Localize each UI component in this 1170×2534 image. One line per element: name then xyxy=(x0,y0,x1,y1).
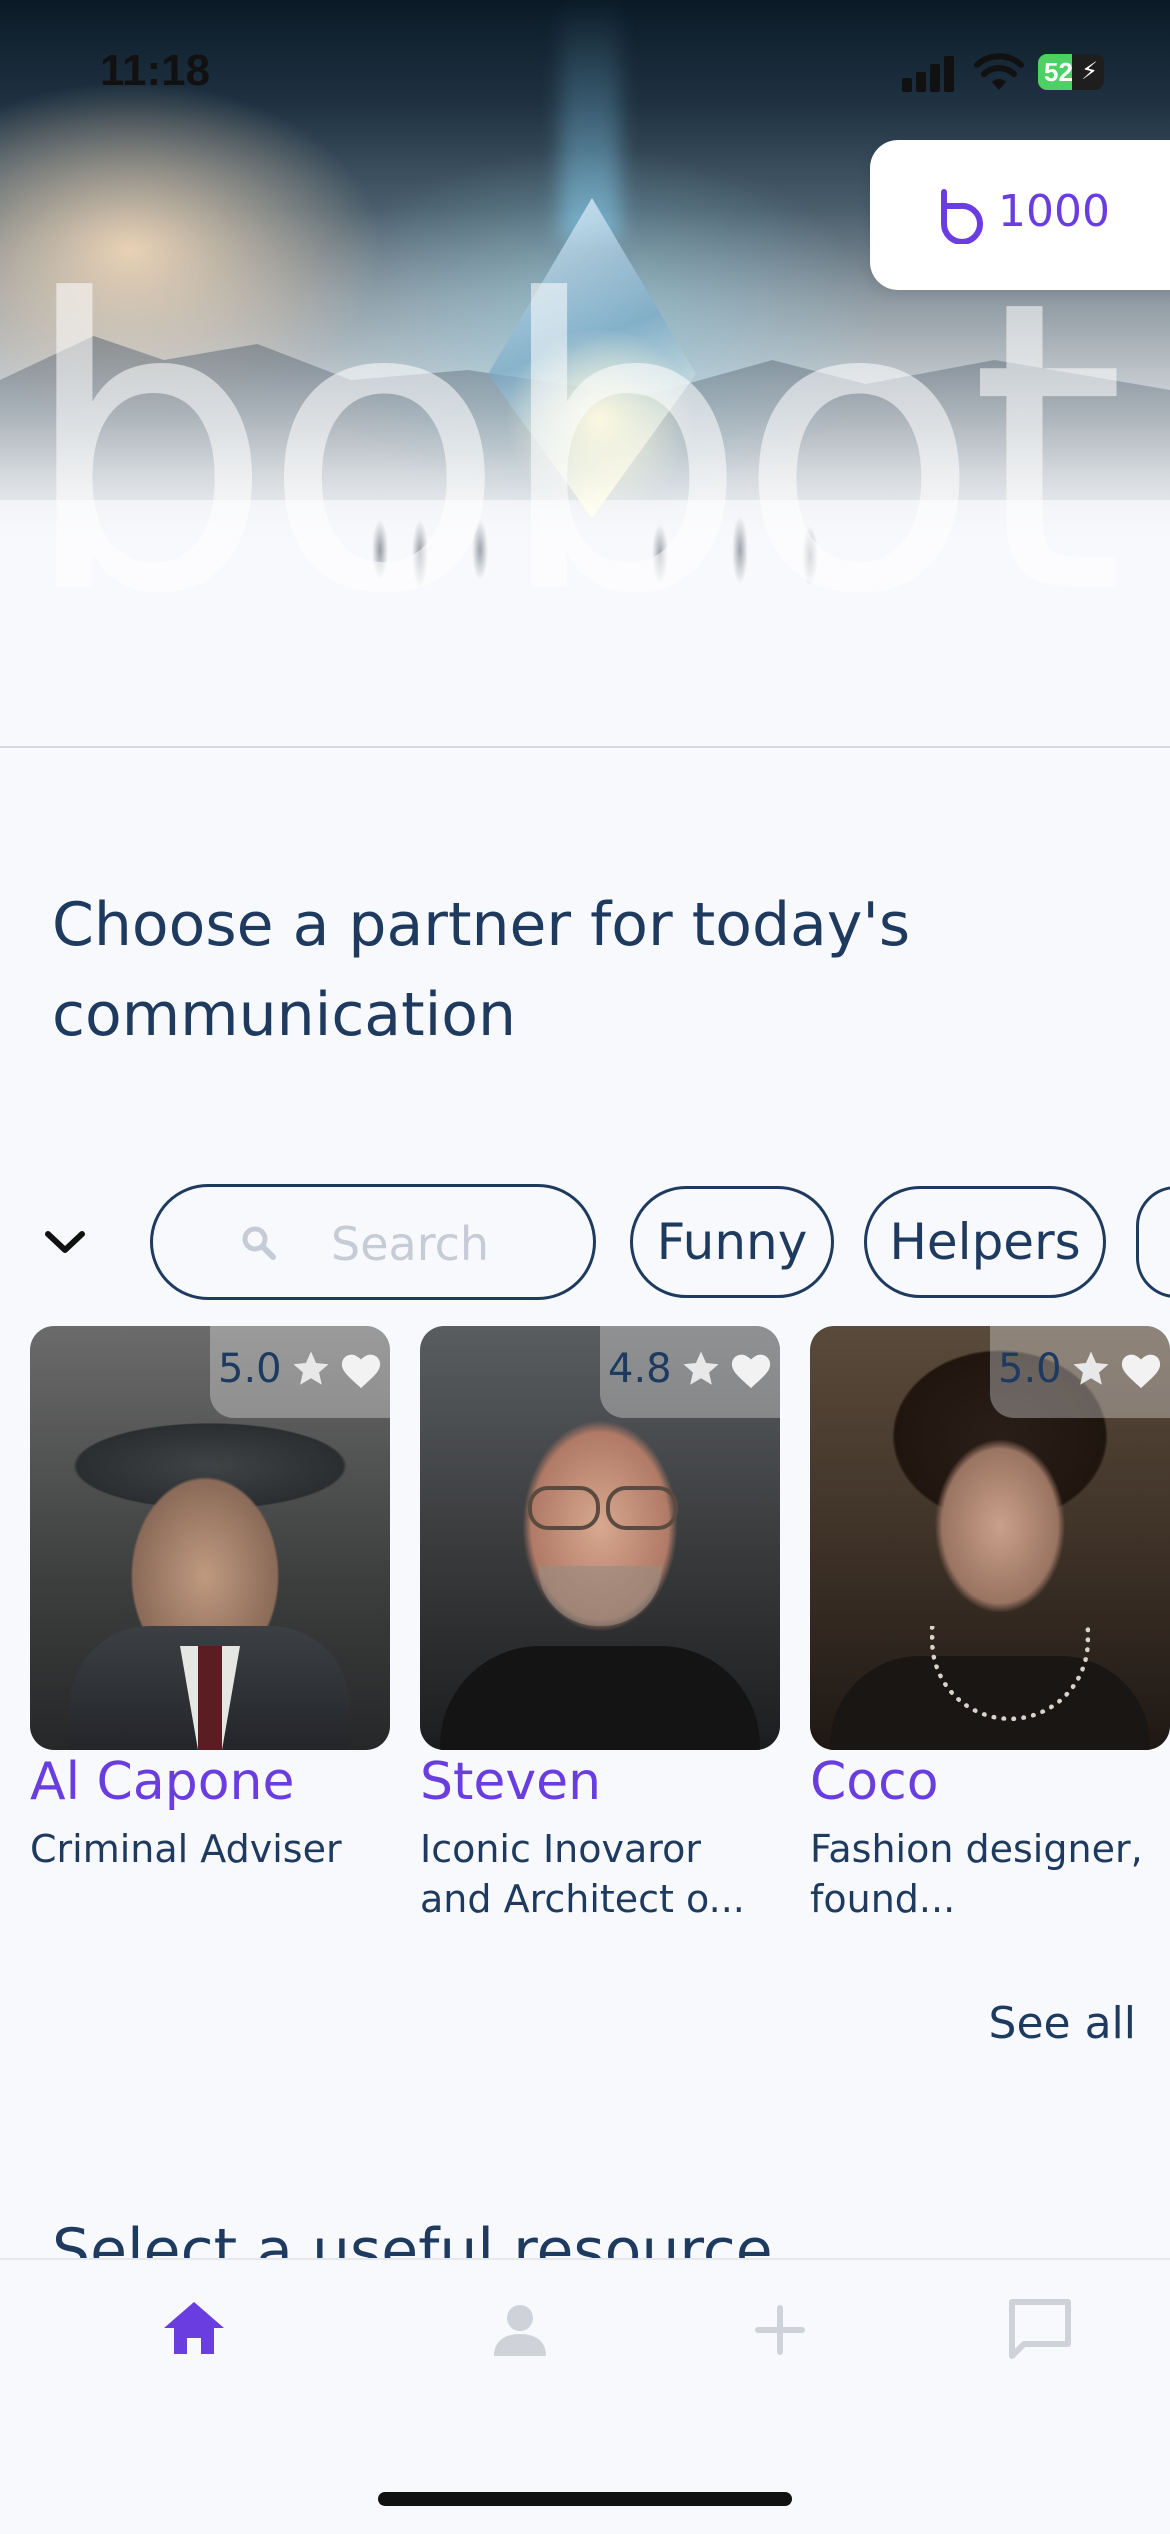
character-role: Criminal Adviser xyxy=(30,1827,342,1871)
rating-badge: 4.8 xyxy=(600,1326,780,1418)
coin-icon xyxy=(941,189,983,244)
star-icon xyxy=(1073,1351,1109,1385)
see-all-link[interactable]: See all xyxy=(989,1998,1136,2049)
hero-divider xyxy=(0,746,1170,748)
chat-icon[interactable] xyxy=(1000,2290,1080,2370)
character-name: Al Capone xyxy=(30,1752,295,1812)
balance-value: 1000 xyxy=(998,186,1110,237)
chip-more[interactable] xyxy=(1136,1186,1170,1298)
character-name: Coco xyxy=(810,1752,939,1812)
battery-icon: 52 ⚡ xyxy=(1038,54,1104,90)
heart-icon[interactable] xyxy=(1118,1348,1164,1390)
search-input[interactable] xyxy=(329,1207,573,1281)
status-time: 11:18 xyxy=(100,46,211,95)
chevron-down-icon[interactable] xyxy=(42,1222,88,1262)
search-icon xyxy=(242,1226,276,1260)
star-icon xyxy=(293,1351,329,1385)
signal-icon xyxy=(902,52,962,92)
rating-value: 5.0 xyxy=(218,1346,282,1392)
rating-badge: 5.0 xyxy=(210,1326,390,1418)
balance-button[interactable]: 1000 xyxy=(870,140,1170,290)
character-role: Fashion designer, found... xyxy=(810,1827,1143,1921)
rating-badge: 5.0 xyxy=(990,1326,1170,1418)
add-icon[interactable] xyxy=(740,2290,820,2370)
home-icon[interactable] xyxy=(154,2290,234,2370)
charging-icon: ⚡ xyxy=(1081,57,1098,85)
chip-funny[interactable]: Funny xyxy=(630,1186,834,1298)
wifi-icon xyxy=(974,53,1024,90)
status-icons: 52 ⚡ xyxy=(902,52,1112,96)
character-role: Iconic Inovaror and Architect o... xyxy=(420,1827,745,1921)
heart-icon[interactable] xyxy=(728,1348,774,1390)
home-indicator xyxy=(378,2492,792,2506)
brand-logo-text: bobot xyxy=(20,270,1126,630)
rating-value: 4.8 xyxy=(608,1346,672,1392)
chip-helpers[interactable]: Helpers xyxy=(864,1186,1106,1298)
hero-banner: bobot xyxy=(0,0,1170,748)
star-icon xyxy=(683,1351,719,1385)
page-title: Choose a partner for today's communicati… xyxy=(52,890,911,1050)
heart-icon[interactable] xyxy=(338,1348,384,1390)
profile-icon[interactable] xyxy=(480,2290,560,2370)
rating-value: 5.0 xyxy=(998,1346,1062,1392)
battery-percent: 52 xyxy=(1044,57,1073,87)
search-field[interactable] xyxy=(150,1184,596,1300)
character-name: Steven xyxy=(420,1752,602,1812)
